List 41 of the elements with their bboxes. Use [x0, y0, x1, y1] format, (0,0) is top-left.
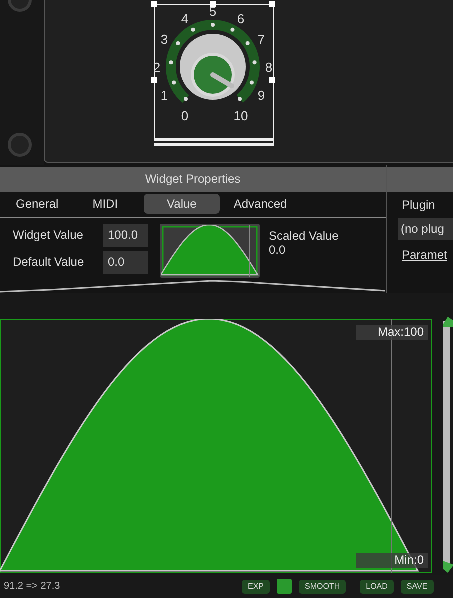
dial-label: 8 — [265, 60, 273, 75]
dial-label: 0 — [181, 108, 189, 124]
resize-handle[interactable] — [269, 76, 275, 83]
field-label: Widget Value — [13, 228, 84, 242]
readout-text: 91.2 => 27.3 — [4, 581, 62, 592]
dial-label: 6 — [237, 12, 245, 26]
panel-header: Widget Properties — [0, 167, 386, 192]
dial-label: 1 — [160, 88, 168, 103]
curve-preview[interactable] — [160, 224, 260, 278]
tab[interactable]: Advanced — [226, 194, 296, 214]
button[interactable]: LOAD — [360, 580, 394, 594]
tab[interactable]: Value — [144, 194, 220, 214]
dial-label: 5 — [209, 4, 217, 19]
button[interactable]: SAVE — [400, 580, 434, 594]
resize-handle[interactable] — [151, 76, 157, 83]
min-label: Min:0 — [356, 553, 428, 568]
screw-icon — [8, 133, 32, 157]
curve-drawing[interactable] — [0, 319, 432, 573]
resize-handle[interactable] — [269, 1, 275, 7]
toggle[interactable] — [277, 579, 292, 594]
button[interactable]: EXP — [242, 580, 270, 594]
dial-label: 4 — [181, 12, 189, 26]
range-slider[interactable] — [442, 317, 453, 573]
link[interactable]: Paramet — [402, 248, 453, 262]
field-label: Scaled Value — [269, 228, 339, 243]
button[interactable]: SMOOTH — [299, 580, 346, 594]
input-field[interactable]: 100.0 — [103, 224, 148, 247]
tab[interactable]: General — [8, 194, 67, 214]
input-field[interactable]: 0.0 — [103, 250, 148, 274]
value-text: 0.0 — [269, 242, 287, 257]
dial-label: 7 — [258, 32, 266, 47]
resize-handle[interactable] — [151, 1, 157, 7]
tab[interactable]: MIDI — [84, 194, 126, 214]
dial-label: 3 — [160, 32, 168, 47]
dial-label: 10 — [234, 108, 248, 124]
dial-label: 9 — [258, 88, 266, 103]
max-label: Max:100 — [356, 325, 428, 340]
resize-handle[interactable] — [210, 1, 216, 7]
field-label: Plugin — [402, 198, 436, 212]
dropdown[interactable]: (no plug — [398, 218, 453, 240]
field-label: Default Value — [13, 255, 86, 270]
